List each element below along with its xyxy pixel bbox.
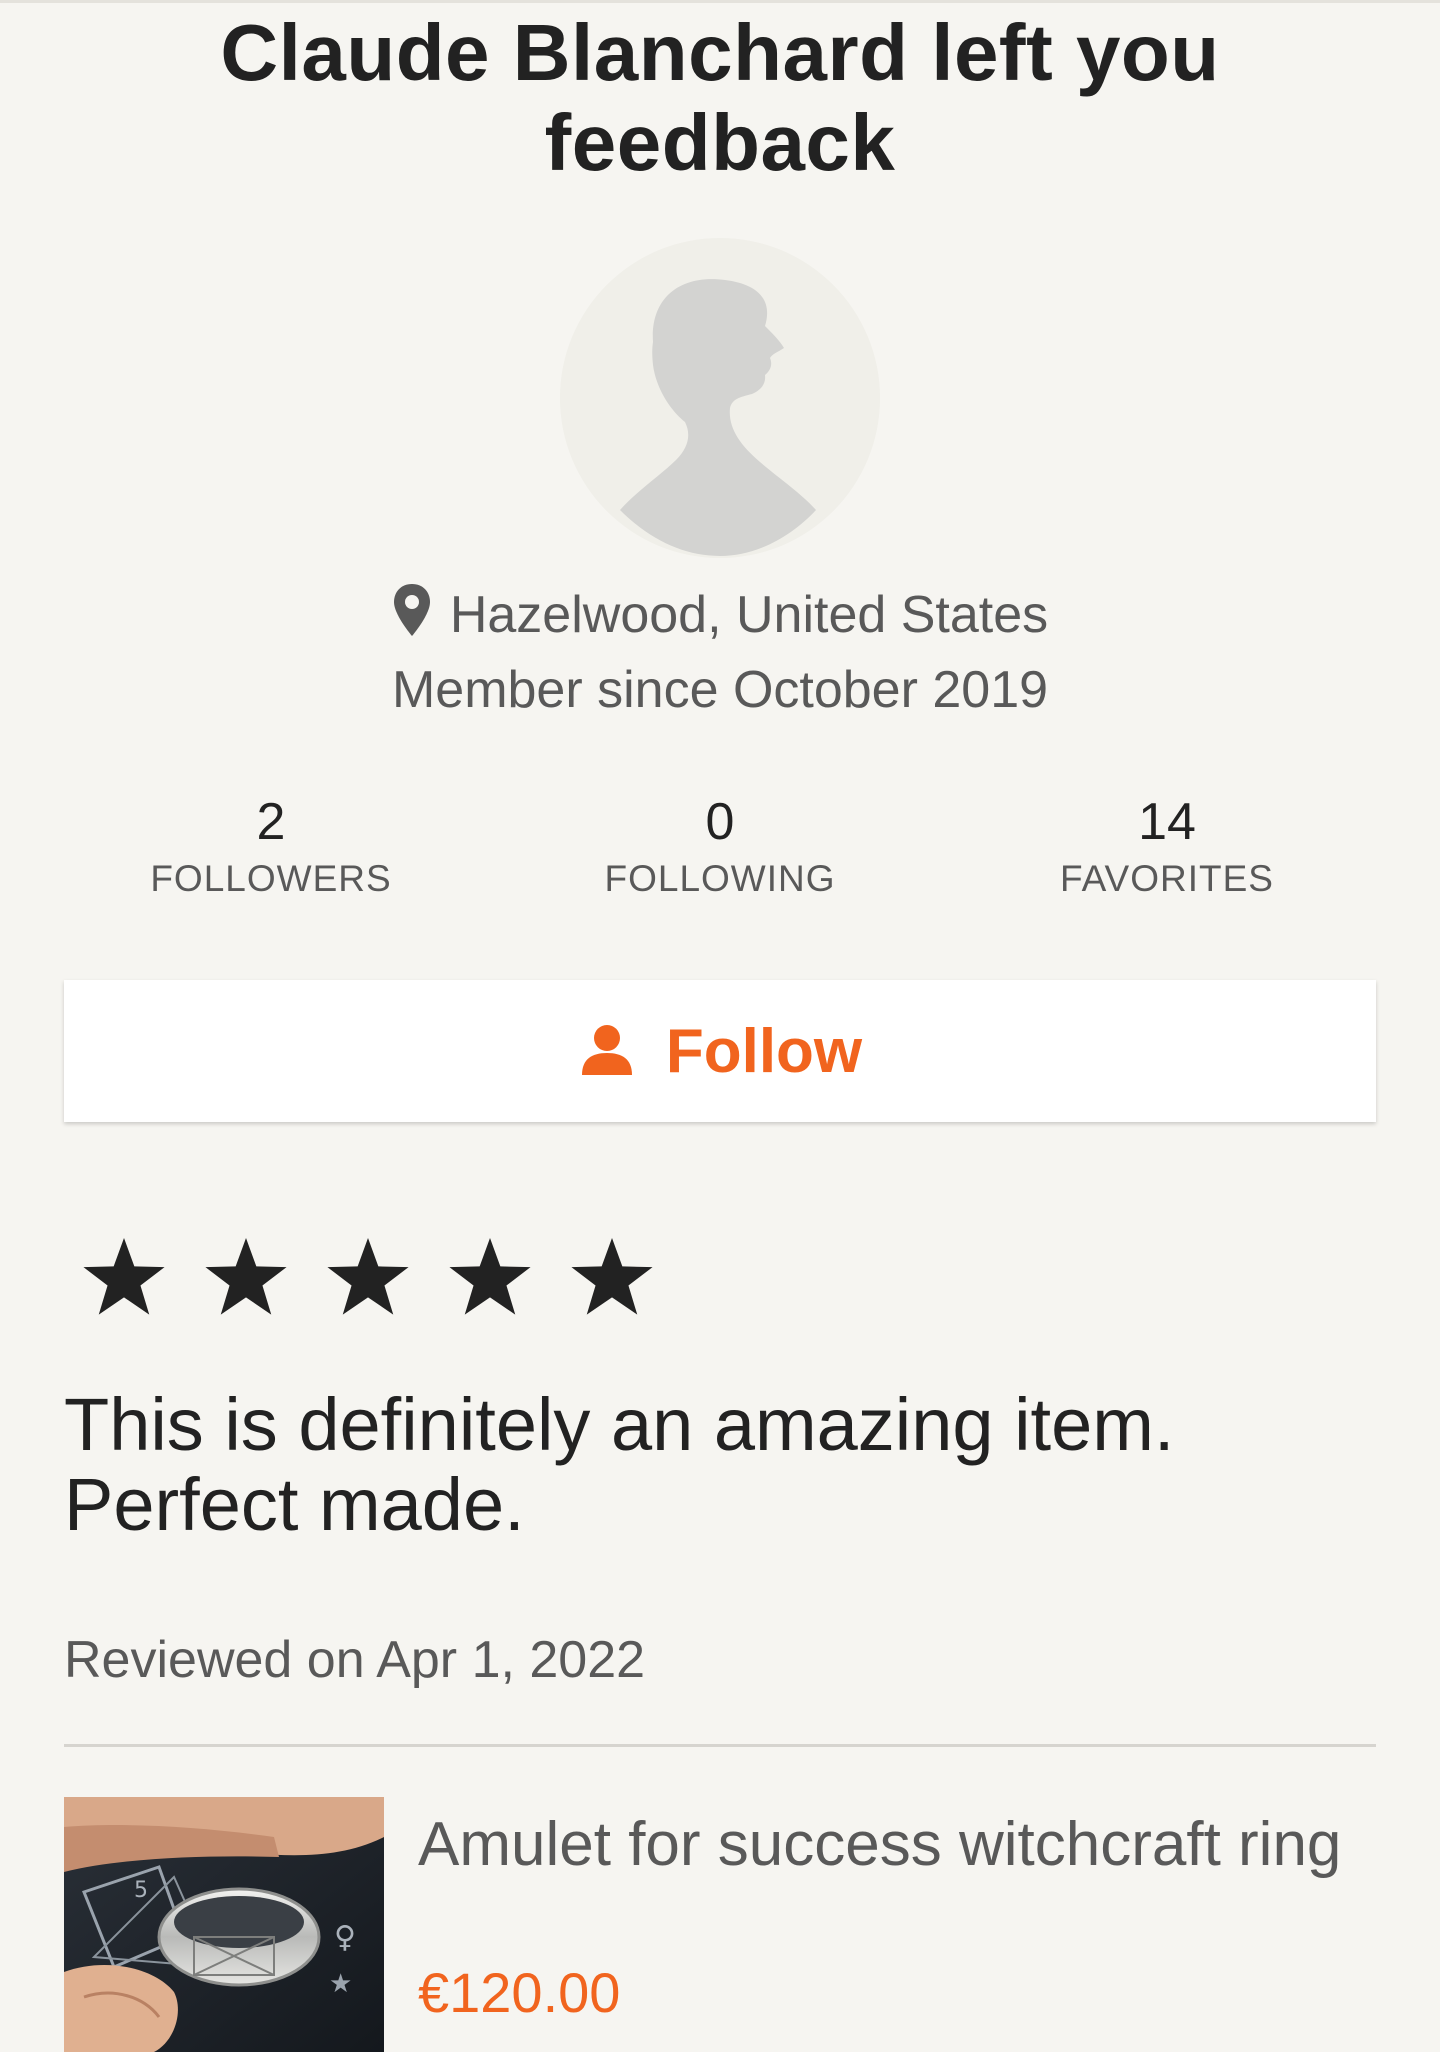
profile-stats: 2 FOLLOWERS 0 FOLLOWING 14 FAVORITES <box>0 790 1440 910</box>
star-icon <box>444 1235 536 1328</box>
stat-following[interactable]: 0 FOLLOWING <box>520 790 920 904</box>
star-rating <box>78 1235 688 1335</box>
review-text: This is definitely an amazing item. Perf… <box>64 1383 1175 1546</box>
divider <box>64 1744 1376 1747</box>
location-text: Hazelwood, United States <box>449 586 1049 644</box>
svg-text:5: 5 <box>134 1878 148 1903</box>
star-icon <box>566 1235 658 1328</box>
location: Hazelwood, United States <box>0 580 1440 656</box>
star-icon <box>322 1235 414 1328</box>
product-title[interactable]: Amulet for success witchcraft ring <box>418 1809 1378 1881</box>
svg-text:♀: ♀ <box>334 1920 356 1955</box>
map-pin-icon <box>392 582 432 656</box>
avatar <box>560 238 880 558</box>
favorites-label: FAVORITES <box>1060 858 1274 899</box>
favorites-count: 14 <box>1138 793 1196 851</box>
product-image[interactable]: 5 ♀ ★ <box>64 1797 384 2052</box>
user-icon <box>578 1023 636 1080</box>
star-icon <box>78 1235 170 1328</box>
stat-favorites[interactable]: 14 FAVORITES <box>967 790 1367 904</box>
follow-button[interactable]: Follow <box>64 980 1376 1122</box>
person-silhouette-icon <box>560 238 880 558</box>
following-label: FOLLOWING <box>604 858 836 899</box>
star-icon <box>200 1235 292 1328</box>
product-price: €120.00 <box>418 1961 621 2024</box>
following-count: 0 <box>705 793 735 851</box>
stat-followers[interactable]: 2 FOLLOWERS <box>71 790 471 904</box>
review-date: Reviewed on Apr 1, 2022 <box>64 1631 646 1689</box>
followers-count: 2 <box>256 793 286 851</box>
svg-text:★: ★ <box>329 1969 352 1999</box>
reviewed-product: 5 ♀ ★ Amulet for success witchcraft ring… <box>64 1797 1376 2052</box>
followers-label: FOLLOWERS <box>150 858 392 899</box>
member-since: Member since October 2019 <box>391 661 1049 719</box>
top-divider <box>0 0 1440 3</box>
follow-label: Follow <box>665 1016 863 1086</box>
page-title: Claude Blanchard left you feedback <box>220 8 1220 187</box>
